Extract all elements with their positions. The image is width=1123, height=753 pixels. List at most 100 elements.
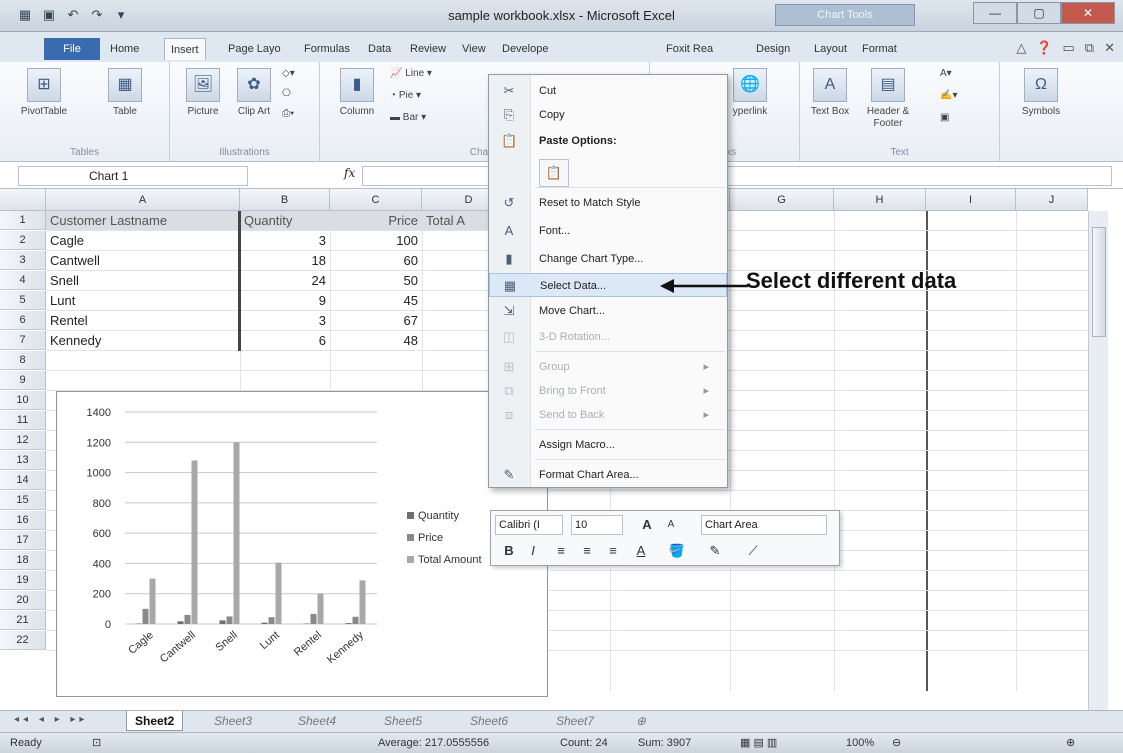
tab-formulas[interactable]: Formulas — [298, 38, 356, 60]
column-header-b[interactable]: B — [240, 189, 330, 211]
clip-art-button[interactable]: ✿ Clip Art — [234, 68, 274, 118]
table-cell[interactable]: Snell — [46, 271, 240, 290]
row-header[interactable]: 11 — [0, 411, 46, 430]
paste-option-keep-formatting[interactable]: 📋 — [539, 159, 569, 187]
bar-total-amount[interactable] — [359, 580, 366, 624]
menu-item-assign-macro[interactable]: Assign Macro... — [489, 433, 727, 457]
align-center-icon[interactable]: ≡ — [577, 541, 597, 561]
column-header-i[interactable]: I — [926, 189, 1016, 211]
smartart-icon[interactable]: ⎔ — [282, 88, 291, 99]
row-header[interactable]: 17 — [0, 531, 46, 550]
chart-area[interactable]: 0 200 400 600 800 1000 1200 1400 Cagle Cantwell Sn… — [56, 391, 548, 697]
bar-price[interactable] — [142, 608, 149, 624]
table-cell[interactable]: 48 — [330, 331, 422, 350]
bar-quantity[interactable] — [345, 623, 352, 624]
column-header-h[interactable]: H — [834, 189, 926, 211]
row-header[interactable]: 21 — [0, 611, 46, 630]
sheet-tab-sheet6[interactable]: Sheet6 — [462, 711, 516, 731]
align-left-icon[interactable]: ≡ — [551, 541, 571, 561]
sheet-tab-sheet3[interactable]: Sheet3 — [206, 711, 260, 731]
table-cell[interactable]: 18 — [240, 251, 330, 270]
symbols-button[interactable]: Ω Symbols — [1016, 68, 1066, 118]
table-cell[interactable]: Cantwell — [46, 251, 240, 270]
menu-item-cut[interactable]: ✂ Cut — [489, 79, 727, 103]
menu-item-3-d-rotation[interactable]: ◫ 3-D Rotation... — [489, 325, 727, 349]
view-buttons-icon[interactable]: ▦ ▤ ▥ — [740, 733, 777, 753]
picture-button[interactable]: 🖼 Picture — [180, 68, 226, 118]
italic-button[interactable]: I — [523, 541, 543, 561]
bar-total-amount[interactable] — [149, 578, 156, 624]
header-total-amount[interactable]: Total A — [422, 211, 488, 230]
row-header[interactable]: 4 — [0, 271, 46, 290]
sheet-tab-sheet7[interactable]: Sheet7 — [548, 711, 602, 731]
table-cell[interactable]: 6 — [240, 331, 330, 350]
table-button[interactable]: ▦ Table — [100, 68, 150, 118]
workbook-restore-icon[interactable]: ⧉ — [1085, 40, 1094, 56]
row-header[interactable]: 1 — [0, 211, 46, 230]
maximize-button[interactable]: ▢ — [1017, 2, 1061, 24]
insert-sheet-icon[interactable]: ⊕ — [628, 711, 654, 731]
align-right-icon[interactable]: ≡ — [603, 541, 623, 561]
shapes-icon[interactable]: ◇▾ — [282, 68, 295, 79]
bar-total-amount[interactable] — [275, 562, 282, 624]
bar-quantity[interactable] — [135, 623, 142, 625]
table-cell[interactable]: 9 — [240, 291, 330, 310]
font-size-select[interactable]: 10 — [571, 515, 623, 535]
table-cell[interactable]: 50 — [330, 271, 422, 290]
tab-review[interactable]: Review — [404, 38, 452, 60]
help-icon[interactable]: ❓ — [1036, 40, 1052, 56]
line-chart-button[interactable]: 📈 Line ▾ — [390, 68, 432, 79]
row-header[interactable]: 3 — [0, 251, 46, 270]
menu-item-change-chart-type[interactable]: ▮ Change Chart Type... — [489, 247, 727, 271]
sheet-tab-sheet4[interactable]: Sheet4 — [290, 711, 344, 731]
bar-price[interactable] — [352, 616, 359, 624]
menu-item-move-chart[interactable]: ⇲ Move Chart... — [489, 299, 727, 323]
tab-page-layout[interactable]: Page Layo — [222, 38, 287, 60]
chart-legend[interactable]: Quantity Price Total Amount — [407, 510, 482, 576]
table-cell[interactable]: 3 — [240, 231, 330, 250]
hyperlink-button[interactable]: 🌐 yperlink — [720, 68, 780, 118]
tab-view[interactable]: View — [456, 38, 492, 60]
table-cell[interactable]: 3 — [240, 311, 330, 330]
column-chart-button[interactable]: ▮ Column — [334, 68, 380, 118]
zoom-out-icon[interactable]: ⊖ — [892, 733, 901, 753]
header-customer-lastname[interactable]: Customer Lastname — [46, 211, 240, 230]
object-icon[interactable]: ▣ — [940, 112, 949, 123]
row-header[interactable]: 14 — [0, 471, 46, 490]
row-header[interactable]: 13 — [0, 451, 46, 470]
vertical-scrollbar[interactable] — [1088, 211, 1108, 711]
header-price[interactable]: Price — [330, 211, 422, 230]
table-cell[interactable]: Lunt — [46, 291, 240, 310]
row-header[interactable]: 10 — [0, 391, 46, 410]
row-header[interactable]: 6 — [0, 311, 46, 330]
shrink-font-button[interactable]: A — [661, 515, 681, 535]
table-cell[interactable]: 67 — [330, 311, 422, 330]
tab-data[interactable]: Data — [362, 38, 397, 60]
row-header[interactable]: 16 — [0, 511, 46, 530]
table-cell[interactable]: Kennedy — [46, 331, 240, 350]
menu-item-copy[interactable]: ⎘ Copy — [489, 103, 727, 127]
zoom-in-icon[interactable]: ⊕ — [1066, 733, 1075, 753]
table-cell[interactable]: Rentel — [46, 311, 240, 330]
menu-item-send-to-back[interactable]: ⧈ Send to Back ▸ — [489, 403, 727, 427]
tab-insert[interactable]: Insert — [164, 38, 206, 60]
row-header[interactable]: 19 — [0, 571, 46, 590]
menu-item-group[interactable]: ⊞ Group ▸ — [489, 355, 727, 379]
select-all-corner[interactable] — [0, 189, 46, 211]
bar-total-amount[interactable] — [317, 593, 324, 624]
bar-chart-button[interactable]: ▬ Bar ▾ — [390, 112, 426, 123]
sheet-tab-sheet2[interactable]: Sheet2 — [126, 711, 184, 731]
tab-file[interactable]: File — [44, 38, 100, 60]
menu-item-format-chart-area[interactable]: ✎ Format Chart Area... — [489, 463, 727, 487]
screenshot-icon[interactable]: ⎙▾ — [282, 108, 294, 119]
row-header[interactable]: 20 — [0, 591, 46, 610]
zoom-level[interactable]: 100% — [846, 733, 874, 753]
font-color-icon[interactable]: A — [631, 541, 651, 561]
formula-input[interactable] — [362, 166, 1112, 186]
column-header-a[interactable]: A — [46, 189, 240, 211]
bar-quantity[interactable] — [219, 620, 226, 624]
table-cell[interactable]: Cagle — [46, 231, 240, 250]
tab-home[interactable]: Home — [104, 38, 145, 60]
outline-color-icon[interactable]: ✎ — [705, 541, 725, 561]
menu-item-font[interactable]: A Font... — [489, 219, 727, 243]
